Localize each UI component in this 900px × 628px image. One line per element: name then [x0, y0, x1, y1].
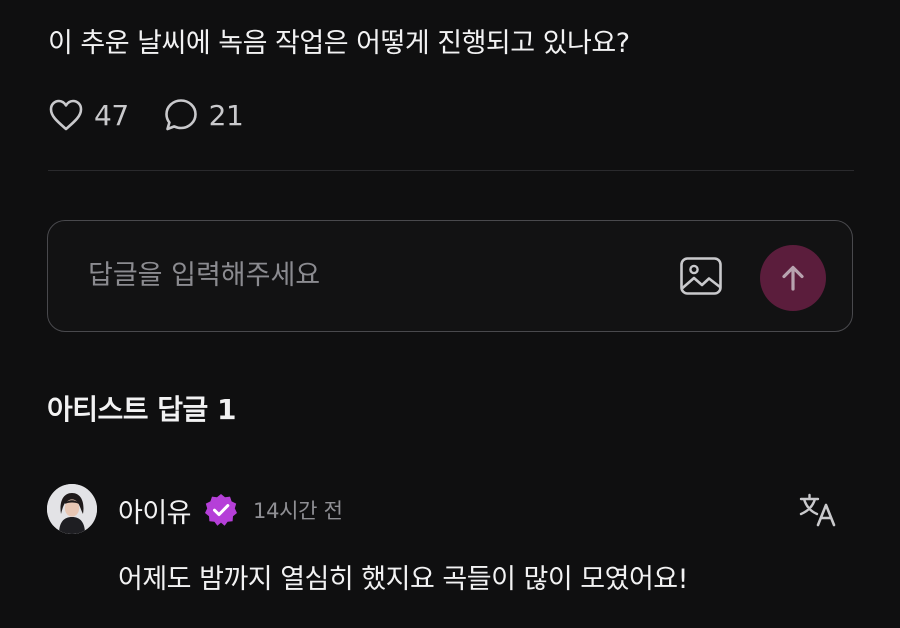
- avatar[interactable]: [47, 484, 97, 534]
- author-name[interactable]: 아이유: [118, 491, 192, 530]
- reply-composer: [47, 220, 853, 332]
- comment-text: 어제도 밤까지 열심히 했지요 곡들이 많이 모였어요!: [118, 564, 688, 595]
- avatar-image: [47, 484, 97, 534]
- reply-input[interactable]: [88, 253, 648, 297]
- divider: [48, 170, 854, 171]
- attach-image-button[interactable]: [678, 253, 724, 299]
- like-count: 47: [94, 98, 129, 132]
- question-text: 이 추운 날씨에 녹음 작업은 어떻게 진행되고 있나요?: [48, 28, 630, 59]
- translate-icon: [799, 493, 836, 527]
- arrow-up-icon: [782, 265, 804, 291]
- comment-count: 21: [208, 98, 244, 132]
- send-button[interactable]: [760, 245, 826, 311]
- comment-button[interactable]: 21: [163, 97, 244, 133]
- artist-replies-title: 아티스트 답글 1: [47, 393, 237, 426]
- comment-header: 아이유 14시간 전: [118, 488, 343, 532]
- translate-button[interactable]: [796, 490, 840, 530]
- heart-icon: [49, 99, 83, 131]
- comment-bubble-icon: [164, 99, 197, 131]
- post-stats: 47 21: [48, 95, 244, 135]
- image-icon: [680, 257, 722, 295]
- verified-badge-icon: [203, 492, 239, 528]
- comment-time: 14시간 전: [253, 499, 343, 523]
- like-button[interactable]: 47: [48, 98, 129, 132]
